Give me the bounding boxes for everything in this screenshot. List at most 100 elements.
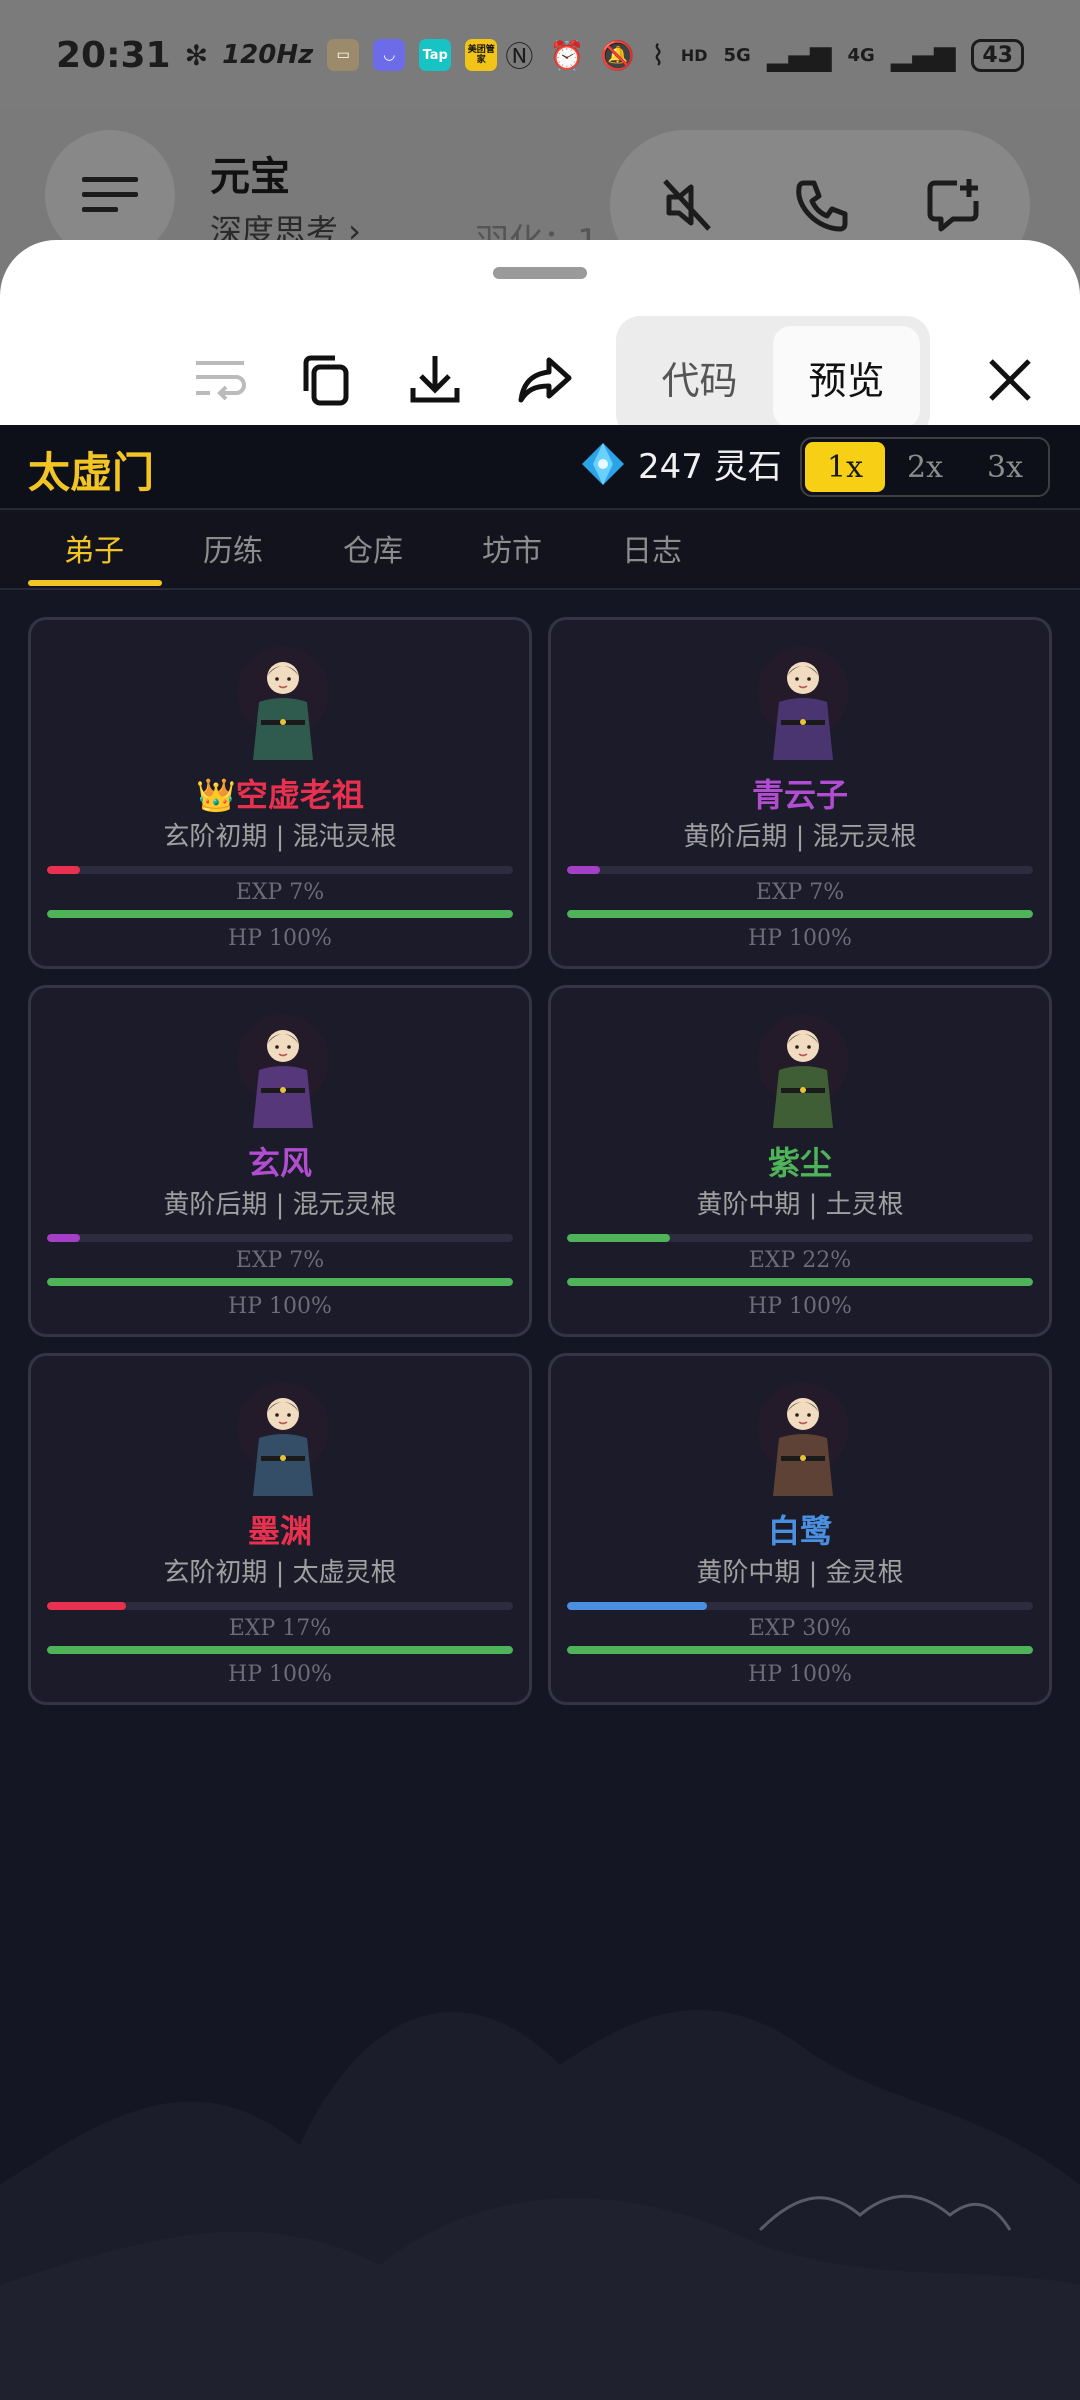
disciple-realm: 黄阶中期 | 金灵根 — [696, 1558, 904, 1588]
disciple-card[interactable]: 👑空虚老祖 玄阶初期 | 混沌灵根 EXP 7% HP 100% — [28, 617, 532, 969]
code-tab[interactable]: 代码 — [626, 326, 773, 428]
copy-button[interactable] — [285, 340, 365, 420]
preview-sheet: 代码 预览 太虚门 247 灵石 1x 2x 3x 弟子 历练 仓库 坊市 日志… — [0, 240, 1080, 2400]
disciple-card[interactable]: 墨渊 玄阶初期 | 太虚灵根 EXP 17% HP 100% — [28, 1353, 532, 1705]
hp-label: HP 100% — [748, 1662, 852, 1687]
bag-app-icon: ◡ — [373, 39, 406, 71]
speed-1x[interactable]: 1x — [805, 442, 885, 492]
network-4g: 4G — [847, 44, 875, 66]
exp-label: EXP 7% — [235, 1248, 325, 1273]
game-topbar: 太虚门 247 灵石 1x 2x 3x — [0, 425, 1080, 510]
hp-label: HP 100% — [228, 1294, 332, 1319]
hd-icon: HD — [680, 45, 708, 65]
copy-icon — [303, 355, 349, 406]
status-time: 20:31 — [56, 34, 171, 76]
share-icon — [518, 357, 572, 403]
close-icon — [989, 359, 1031, 401]
preview-tab[interactable]: 预览 — [773, 326, 920, 428]
disciple-name: 紫尘 — [767, 1144, 832, 1182]
speaker-mute-icon[interactable] — [657, 175, 717, 235]
network-5g: 5G — [723, 44, 751, 66]
disciple-avatar — [237, 646, 329, 760]
phone-icon[interactable] — [790, 175, 850, 235]
disciple-avatar — [757, 1382, 849, 1496]
exp-label: EXP 17% — [228, 1616, 332, 1641]
active-tab-indicator — [28, 580, 162, 586]
exp-bar — [567, 1234, 1033, 1242]
disciple-card[interactable]: 青云子 黄阶后期 | 混元灵根 EXP 7% HP 100% — [548, 617, 1052, 969]
sect-name: 太虚门 — [28, 448, 155, 497]
exp-label: EXP 22% — [748, 1248, 852, 1273]
disciple-name: 玄风 — [247, 1144, 312, 1182]
game-preview: 太虚门 247 灵石 1x 2x 3x 弟子 历练 仓库 坊市 日志 👑空虚老祖… — [0, 425, 1080, 2400]
drag-handle[interactable] — [493, 267, 587, 279]
disciple-realm: 黄阶中期 | 土灵根 — [696, 1190, 904, 1220]
signal-icon-2: ▂▄▆ — [890, 38, 956, 72]
hp-bar — [47, 910, 513, 918]
hp-label: HP 100% — [228, 926, 332, 951]
speed-3x[interactable]: 3x — [965, 442, 1045, 492]
hp-bar — [567, 910, 1033, 918]
disciple-avatar — [237, 1014, 329, 1128]
wifi-icon: ⌇ — [651, 38, 665, 72]
share-button[interactable] — [505, 340, 585, 420]
exp-label: EXP 30% — [748, 1616, 852, 1641]
hp-bar — [567, 1646, 1033, 1654]
word-wrap-icon — [196, 361, 246, 401]
exp-label: EXP 7% — [235, 880, 325, 905]
disciple-avatar — [757, 646, 849, 760]
new-chat-icon[interactable] — [923, 175, 983, 235]
hp-label: HP 100% — [748, 926, 852, 951]
exp-bar — [567, 866, 1033, 874]
hp-label: HP 100% — [228, 1662, 332, 1687]
disciple-realm: 黄阶后期 | 混元灵根 — [683, 822, 917, 852]
status-bar: 20:31 ✻ 120Hz ▭ ◡ Tap 美团管家 Ⓝ ⏰ 🔕 ⌇ HD 5G… — [0, 0, 1080, 110]
speed-selector: 1x 2x 3x — [800, 437, 1050, 497]
fan-icon: ✻ — [184, 38, 209, 72]
disciple-name: 墨渊 — [247, 1512, 312, 1550]
alarm-icon: ⏰ — [549, 38, 585, 72]
hp-bar — [47, 1646, 513, 1654]
disciple-realm: 黄阶后期 | 混元灵根 — [163, 1190, 397, 1220]
refresh-rate: 120Hz — [222, 40, 314, 70]
disciple-card[interactable]: 玄风 黄阶后期 | 混元灵根 EXP 7% HP 100% — [28, 985, 532, 1337]
hp-bar — [47, 1278, 513, 1286]
tab-warehouse[interactable]: 仓库 — [343, 526, 403, 570]
disciple-avatar — [237, 1382, 329, 1496]
spirit-stone-counter: 247 灵石 — [580, 439, 782, 488]
mountain-backdrop — [0, 2009, 1080, 2400]
hp-label: HP 100% — [748, 1294, 852, 1319]
disciple-avatar — [757, 1014, 849, 1128]
wrap-button[interactable] — [180, 340, 260, 420]
mute-bell-icon: 🔕 — [600, 38, 636, 72]
exp-bar — [47, 1602, 513, 1610]
disciple-name: 👑空虚老祖 — [196, 776, 364, 814]
tab-market[interactable]: 坊市 — [482, 526, 542, 570]
disciple-name: 青云子 — [751, 776, 848, 814]
tab-training[interactable]: 历练 — [203, 526, 263, 570]
signal-icon: ▂▄▆ — [766, 38, 832, 72]
exp-bar — [567, 1602, 1033, 1610]
tab-log[interactable]: 日志 — [622, 526, 682, 570]
spirit-stone-icon — [582, 442, 624, 485]
chat-title: 元宝 — [210, 154, 290, 200]
tab-disciples[interactable]: 弟子 — [64, 526, 124, 570]
disciple-card[interactable]: 白鹭 黄阶中期 | 金灵根 EXP 30% HP 100% — [548, 1353, 1052, 1705]
menu-icon — [82, 177, 138, 212]
exp-bar — [47, 1234, 513, 1242]
disciple-realm: 玄阶初期 | 混沌灵根 — [163, 822, 397, 852]
disciple-card[interactable]: 紫尘 黄阶中期 | 土灵根 EXP 22% HP 100% — [548, 985, 1052, 1337]
message-app-icon: ▭ — [327, 39, 360, 71]
battery-indicator: 43 — [971, 38, 1024, 72]
disciple-name: 白鹭 — [767, 1512, 832, 1550]
nfc-icon: Ⓝ — [505, 40, 534, 73]
exp-bar — [47, 866, 513, 874]
tap-app-icon: Tap — [419, 39, 452, 71]
view-mode-toggle: 代码 预览 — [616, 316, 930, 438]
speed-2x[interactable]: 2x — [885, 442, 965, 492]
download-button[interactable] — [395, 340, 475, 420]
download-icon — [410, 356, 460, 403]
hp-bar — [567, 1278, 1033, 1286]
close-button[interactable] — [970, 340, 1050, 420]
disciple-realm: 玄阶初期 | 太虚灵根 — [163, 1558, 397, 1588]
